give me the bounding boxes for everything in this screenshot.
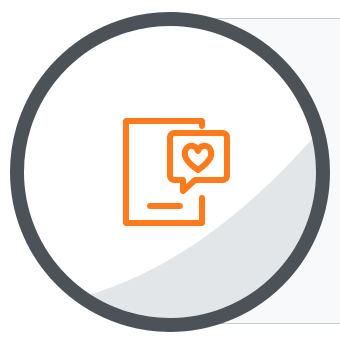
badge-scene xyxy=(0,0,340,337)
badge-graphic xyxy=(10,12,330,332)
